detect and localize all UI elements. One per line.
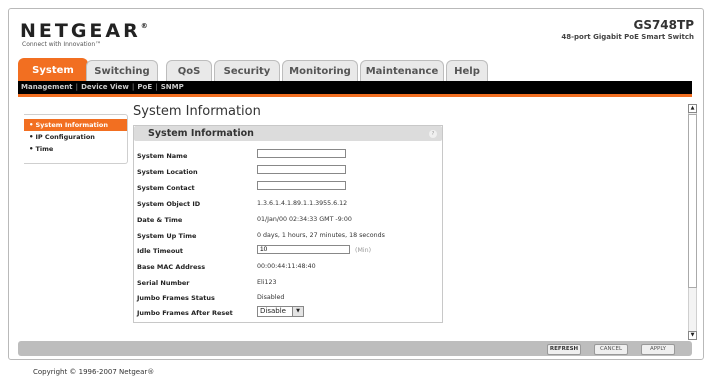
idle-timeout-input[interactable] bbox=[257, 245, 350, 254]
left-navigation: • System Information • IP Configuration • T… bbox=[24, 114, 128, 164]
system-contact-input[interactable] bbox=[257, 181, 346, 190]
apply-button[interactable]: APPLY bbox=[641, 344, 675, 355]
copyright-text: Copyright © 1996-2007 Netgear® bbox=[33, 368, 155, 376]
bottom-action-bar bbox=[18, 341, 692, 356]
panel-title: System Information bbox=[148, 128, 254, 139]
scroll-up-icon[interactable]: ▲ bbox=[688, 104, 697, 113]
tab-maintenance[interactable]: Maintenance bbox=[360, 60, 444, 82]
base-mac-address-value: 00:00:44:11:48:40 bbox=[257, 263, 316, 270]
idle-timeout-unit: (Min) bbox=[355, 247, 372, 254]
tab-qos[interactable]: QoS bbox=[166, 60, 212, 82]
scrollbar-thumb[interactable] bbox=[688, 114, 697, 288]
label-system-location: System Location bbox=[137, 168, 198, 176]
bullet-icon: • bbox=[29, 133, 34, 141]
model-name: GS748TP bbox=[633, 18, 694, 32]
nav-item-ip-configuration[interactable]: • IP Configuration bbox=[24, 131, 127, 143]
label-date-time: Date & Time bbox=[137, 216, 183, 224]
system-up-time-value: 0 days, 1 hours, 27 minutes, 18 seconds bbox=[257, 232, 385, 239]
cancel-button[interactable]: CANCEL bbox=[594, 344, 628, 355]
model-description: 48-port Gigabit PoE Smart Switch bbox=[561, 33, 694, 41]
bullet-icon: • bbox=[29, 121, 34, 129]
tab-system[interactable]: System bbox=[18, 58, 88, 82]
serial-number-value: Eli123 bbox=[257, 279, 277, 286]
subnav-management[interactable]: Management bbox=[21, 83, 73, 91]
label-serial-number: Serial Number bbox=[137, 279, 190, 287]
sub-navigation: Management | Device View | PoE | SNMP bbox=[18, 81, 692, 94]
jumbo-frames-selected-value: Disable bbox=[260, 307, 286, 315]
system-information-panel: System Information ? System Name System … bbox=[133, 125, 443, 323]
refresh-button[interactable]: REFRESH bbox=[547, 344, 581, 355]
subnav-device-view[interactable]: Device View bbox=[81, 83, 129, 91]
system-location-input[interactable] bbox=[257, 165, 346, 174]
label-system-object-id: System Object ID bbox=[137, 200, 201, 208]
netgear-logo: NETGEAR® bbox=[20, 20, 148, 42]
scroll-down-icon[interactable]: ▼ bbox=[688, 331, 697, 340]
nav-item-system-information[interactable]: • System Information bbox=[24, 119, 127, 131]
accent-divider bbox=[18, 94, 692, 97]
tab-monitoring[interactable]: Monitoring bbox=[282, 60, 358, 82]
label-jumbo-frames-status: Jumbo Frames Status bbox=[137, 294, 215, 302]
chevron-down-icon: ▼ bbox=[292, 307, 303, 316]
jumbo-frames-after-reset-select[interactable]: Disable ▼ bbox=[257, 306, 304, 317]
label-jumbo-frames-after-reset: Jumbo Frames After Reset bbox=[137, 309, 233, 317]
tab-security[interactable]: Security bbox=[214, 60, 280, 82]
date-time-value: 01/Jan/00 02:34:33 GMT -9:00 bbox=[257, 216, 352, 223]
help-icon[interactable]: ? bbox=[429, 130, 437, 138]
bullet-icon: • bbox=[29, 145, 34, 153]
system-object-id-value: 1.3.6.1.4.1.89.1.1.3955.6.12 bbox=[257, 200, 348, 207]
panel-header: System Information ? bbox=[134, 126, 442, 141]
label-base-mac-address: Base MAC Address bbox=[137, 263, 206, 271]
page-title: System Information bbox=[133, 104, 261, 119]
tab-help[interactable]: Help bbox=[446, 60, 488, 82]
label-idle-timeout: Idle Timeout bbox=[137, 247, 184, 255]
label-system-contact: System Contact bbox=[137, 184, 195, 192]
subnav-poe[interactable]: PoE bbox=[137, 83, 152, 91]
logo-tagline: Connect with Innovation™ bbox=[22, 41, 102, 48]
system-name-input[interactable] bbox=[257, 149, 346, 158]
tab-switching[interactable]: Switching bbox=[86, 60, 158, 82]
jumbo-frames-status-value: Disabled bbox=[257, 294, 285, 301]
subnav-snmp[interactable]: SNMP bbox=[161, 83, 184, 91]
label-system-name: System Name bbox=[137, 152, 188, 160]
nav-item-time[interactable]: • Time bbox=[24, 143, 127, 155]
label-system-up-time: System Up Time bbox=[137, 232, 197, 240]
